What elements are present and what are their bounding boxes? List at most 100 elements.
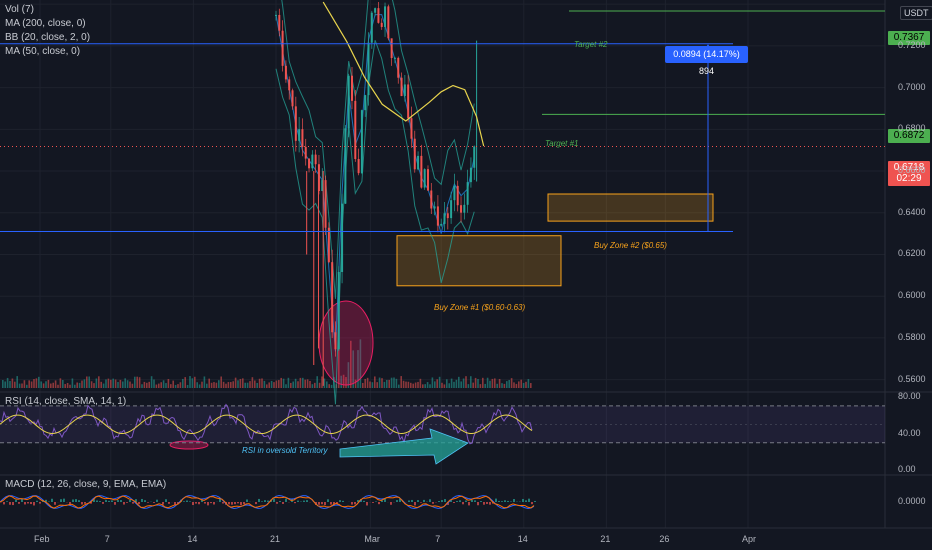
macd-histogram-bar — [522, 498, 524, 502]
volume-bar — [515, 383, 518, 388]
volume-bar — [232, 381, 234, 388]
macd-histogram-bar — [258, 498, 260, 502]
volume-bar — [155, 384, 158, 388]
ma200-label[interactable]: MA (200, close, 0) — [5, 18, 86, 29]
macd-histogram-bar — [408, 500, 410, 502]
macd-histogram-bar — [141, 498, 143, 502]
candle-body — [423, 169, 426, 188]
macd-histogram-bar — [441, 500, 443, 502]
volume-bar — [438, 376, 441, 388]
volume-bar — [239, 378, 242, 388]
ma50-label[interactable]: MA (50, close, 0) — [5, 46, 80, 57]
candle-body — [357, 159, 360, 174]
macd-histogram-bar — [105, 500, 107, 502]
price-tick: 0.5800 — [898, 331, 926, 342]
volume-bar — [86, 376, 88, 388]
volume-bar — [462, 378, 465, 388]
macd-histogram-bar — [489, 502, 491, 505]
volume-bar — [266, 384, 268, 388]
macd-histogram-bar — [285, 498, 287, 502]
bb-label[interactable]: BB (20, close, 2, 0) — [5, 32, 90, 43]
macd-histogram-bar — [138, 502, 140, 505]
volume-bar — [496, 383, 498, 388]
candle-body — [403, 84, 406, 97]
macd-histogram-bar — [417, 500, 419, 502]
candle-body — [360, 110, 363, 174]
macd-histogram-bar — [495, 498, 497, 502]
macd-histogram-bar — [414, 502, 416, 506]
volume-bar — [316, 376, 318, 388]
macd-histogram-bar — [297, 500, 299, 502]
macd-histogram-bar — [156, 499, 158, 502]
volume-bar — [285, 384, 287, 388]
time-tick: 14 — [517, 534, 528, 544]
macd-histogram-bar — [60, 499, 62, 502]
volume-bar — [268, 382, 270, 388]
macd-histogram-bar — [63, 498, 65, 502]
candles — [275, 2, 478, 386]
volume-bar — [148, 381, 150, 388]
macd-histogram-bar — [327, 499, 329, 502]
macd-histogram-bar — [498, 500, 500, 502]
macd-histogram-bar — [162, 502, 164, 505]
volume-bar — [436, 379, 438, 388]
volume-bar — [402, 380, 405, 388]
macd-histogram-bar — [306, 500, 308, 502]
volume-bar — [170, 384, 172, 388]
macd-histogram-bar — [237, 502, 239, 504]
volume-bar — [54, 380, 57, 388]
candle-body — [463, 204, 466, 213]
volume-bar — [498, 378, 501, 388]
volume-bar — [244, 382, 246, 388]
volume-bar — [369, 381, 371, 388]
time-tick: 21 — [600, 534, 611, 544]
measure-label[interactable]: 0.0894 (14.17%) 894 — [665, 46, 748, 76]
volume-bar — [184, 377, 186, 388]
macd-histogram-bar — [363, 500, 365, 502]
price-tick: 0.7200 — [898, 39, 926, 50]
candle-body — [446, 213, 449, 219]
horizontal-levels[interactable] — [0, 10, 885, 233]
volume-bar — [251, 377, 254, 388]
volume-bar — [131, 383, 134, 388]
volume-bar — [400, 376, 402, 388]
macd-histogram-bar — [84, 502, 86, 504]
volume-bar — [6, 377, 9, 388]
volume-bar — [198, 384, 201, 388]
macd-histogram-bar — [51, 498, 53, 502]
macd-histogram-bar — [384, 499, 386, 502]
rsi-label[interactable]: RSI (14, close, SMA, 14, 1) — [5, 396, 126, 407]
macd-histogram-bar — [423, 499, 425, 502]
volume-bar — [194, 376, 196, 388]
macd-histogram-bar — [273, 498, 275, 502]
vol-label[interactable]: Vol (7) — [5, 4, 34, 15]
chart-canvas[interactable] — [0, 0, 932, 550]
candle-body — [327, 227, 330, 263]
volume-bar — [491, 378, 494, 388]
rsi-pane — [0, 403, 885, 465]
volume-bar — [114, 379, 117, 388]
macd-label[interactable]: MACD (12, 26, close, 9, EMA, EMA) — [5, 479, 166, 490]
volume-bar — [410, 382, 412, 388]
macd-pane — [0, 495, 536, 509]
macd-histogram-bar — [240, 502, 242, 506]
macd-histogram-bar — [6, 501, 8, 502]
volume-bar — [215, 382, 218, 388]
candle-body — [324, 180, 327, 228]
macd-histogram-bar — [36, 500, 38, 502]
volume-bar — [30, 381, 33, 388]
volume-bar — [218, 380, 220, 388]
volume-bar — [424, 384, 426, 388]
macd-histogram-bar — [501, 501, 503, 502]
macd-histogram-bar — [99, 501, 101, 502]
volume-bar — [494, 378, 496, 388]
macd-histogram-bar — [24, 502, 26, 505]
volume-bar — [146, 382, 148, 388]
volume-bar — [100, 381, 102, 388]
volume-bar — [501, 383, 503, 388]
currency-label[interactable]: USDT — [900, 6, 932, 20]
volume-bar — [489, 380, 491, 388]
candle-body — [341, 203, 344, 272]
macd-histogram-bar — [468, 502, 470, 506]
macd-histogram-bar — [432, 502, 434, 504]
